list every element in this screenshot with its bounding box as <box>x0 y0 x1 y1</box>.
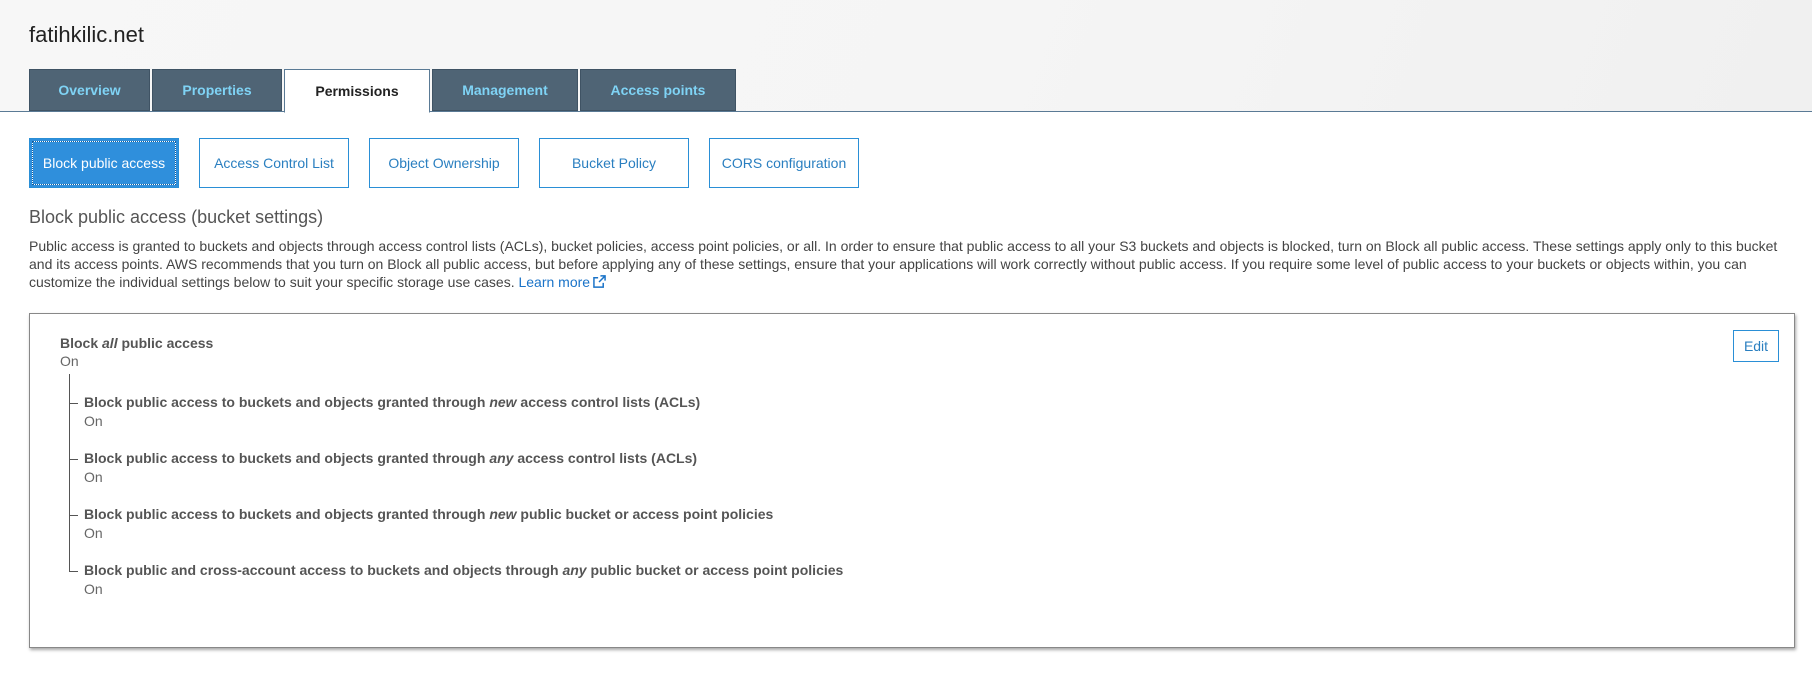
label-part: public access <box>117 335 214 351</box>
block-all-public-access-value: On <box>60 353 79 369</box>
label-emphasis: new <box>489 394 517 410</box>
tree-connector <box>69 571 78 572</box>
section-title: Block public access (bucket settings) <box>29 207 324 227</box>
tree-connector <box>69 459 78 460</box>
subtab-bucket-policy[interactable]: Bucket Policy <box>539 138 689 188</box>
setting-value: On <box>84 525 103 541</box>
setting-item: Block public and cross-account access to… <box>69 562 843 597</box>
tab-permissions[interactable]: Permissions <box>284 69 430 113</box>
setting-item: Block public access to buckets and objec… <box>69 394 700 429</box>
learn-more-label: Learn more <box>518 274 591 290</box>
label-emphasis: new <box>489 506 517 522</box>
label-part: Block public and cross-account access to… <box>84 562 563 578</box>
block-public-access-panel: Edit Block all public access On Block pu… <box>29 313 1795 648</box>
label-part: public bucket or access point policies <box>516 506 774 522</box>
section-description: Public access is granted to buckets and … <box>29 237 1789 291</box>
label-part: Block public access to buckets and objec… <box>84 450 490 466</box>
setting-label: Block public access to buckets and objec… <box>84 506 773 522</box>
setting-item: Block public access to buckets and objec… <box>69 450 697 485</box>
edit-button[interactable]: Edit <box>1733 330 1779 362</box>
external-link-icon <box>593 275 606 288</box>
tab-management[interactable]: Management <box>432 69 578 111</box>
tab-overview[interactable]: Overview <box>29 69 150 111</box>
subtab-cors-configuration[interactable]: CORS configuration <box>709 138 859 188</box>
label-emphasis: all <box>102 335 118 351</box>
setting-value: On <box>84 413 103 429</box>
page-header: fatihkilic.net Overview Properties Permi… <box>0 0 1812 113</box>
subtab-block-public-access[interactable]: Block public access <box>29 138 179 188</box>
setting-label: Block public and cross-account access to… <box>84 562 843 578</box>
learn-more-link[interactable]: Learn more <box>518 274 606 290</box>
setting-label: Block public access to buckets and objec… <box>84 394 700 410</box>
setting-label: Block public access to buckets and objec… <box>84 450 697 466</box>
label-part: access control lists (ACLs) <box>516 394 701 410</box>
tree-connector <box>69 403 78 404</box>
setting-value: On <box>84 469 103 485</box>
subtab-access-control-list[interactable]: Access Control List <box>199 138 349 188</box>
tab-access-points[interactable]: Access points <box>580 69 736 111</box>
bucket-name: fatihkilic.net <box>29 22 144 47</box>
tab-properties[interactable]: Properties <box>152 69 282 111</box>
subtab-object-ownership[interactable]: Object Ownership <box>369 138 519 188</box>
label-part: Block <box>60 335 103 351</box>
tab-bar: Overview Properties Permissions Manageme… <box>29 69 738 113</box>
label-part: Block public access to buckets and objec… <box>84 506 490 522</box>
block-all-public-access-label: Block all public access <box>60 335 213 351</box>
permissions-subnav: Block public access Access Control List … <box>29 138 879 188</box>
label-emphasis: any <box>489 450 514 466</box>
tree-connector <box>69 515 78 516</box>
description-text: Public access is granted to buckets and … <box>29 238 1778 290</box>
label-emphasis: any <box>562 562 587 578</box>
label-part: access control lists (ACLs) <box>513 450 698 466</box>
label-part: public bucket or access point policies <box>586 562 844 578</box>
setting-value: On <box>84 581 103 597</box>
setting-item: Block public access to buckets and objec… <box>69 506 773 541</box>
label-part: Block public access to buckets and objec… <box>84 394 490 410</box>
